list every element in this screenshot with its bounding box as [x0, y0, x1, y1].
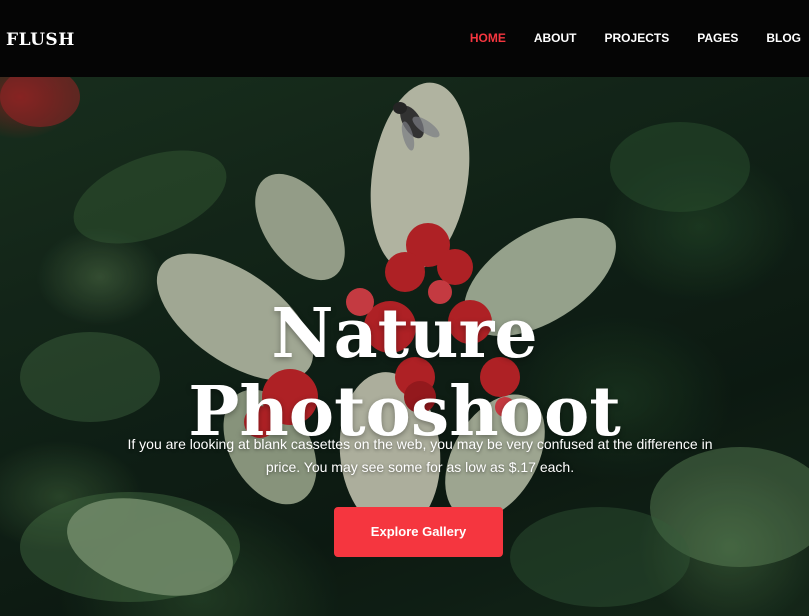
- nav-item-blog[interactable]: BLOG: [766, 30, 801, 46]
- hero-title-line1: Nature: [271, 293, 538, 374]
- top-navbar: FLUSH HOME ABOUT PROJECTS PAGES BLOG: [0, 0, 809, 77]
- nav-item-projects[interactable]: PROJECTS: [605, 30, 670, 46]
- hero-title: Nature Photoshoot: [0, 295, 809, 451]
- brand-logo[interactable]: FLUSH: [6, 30, 75, 50]
- nav-item-about[interactable]: ABOUT: [534, 30, 577, 46]
- hero-section: Nature Photoshoot If you are looking at …: [0, 77, 809, 616]
- hero-description: If you are looking at blank cassettes on…: [127, 436, 713, 475]
- nav-item-pages[interactable]: PAGES: [697, 30, 738, 46]
- main-nav: HOME ABOUT PROJECTS PAGES BLOG: [442, 30, 801, 46]
- nav-item-home[interactable]: HOME: [470, 30, 506, 46]
- explore-gallery-button[interactable]: Explore Gallery: [334, 507, 503, 557]
